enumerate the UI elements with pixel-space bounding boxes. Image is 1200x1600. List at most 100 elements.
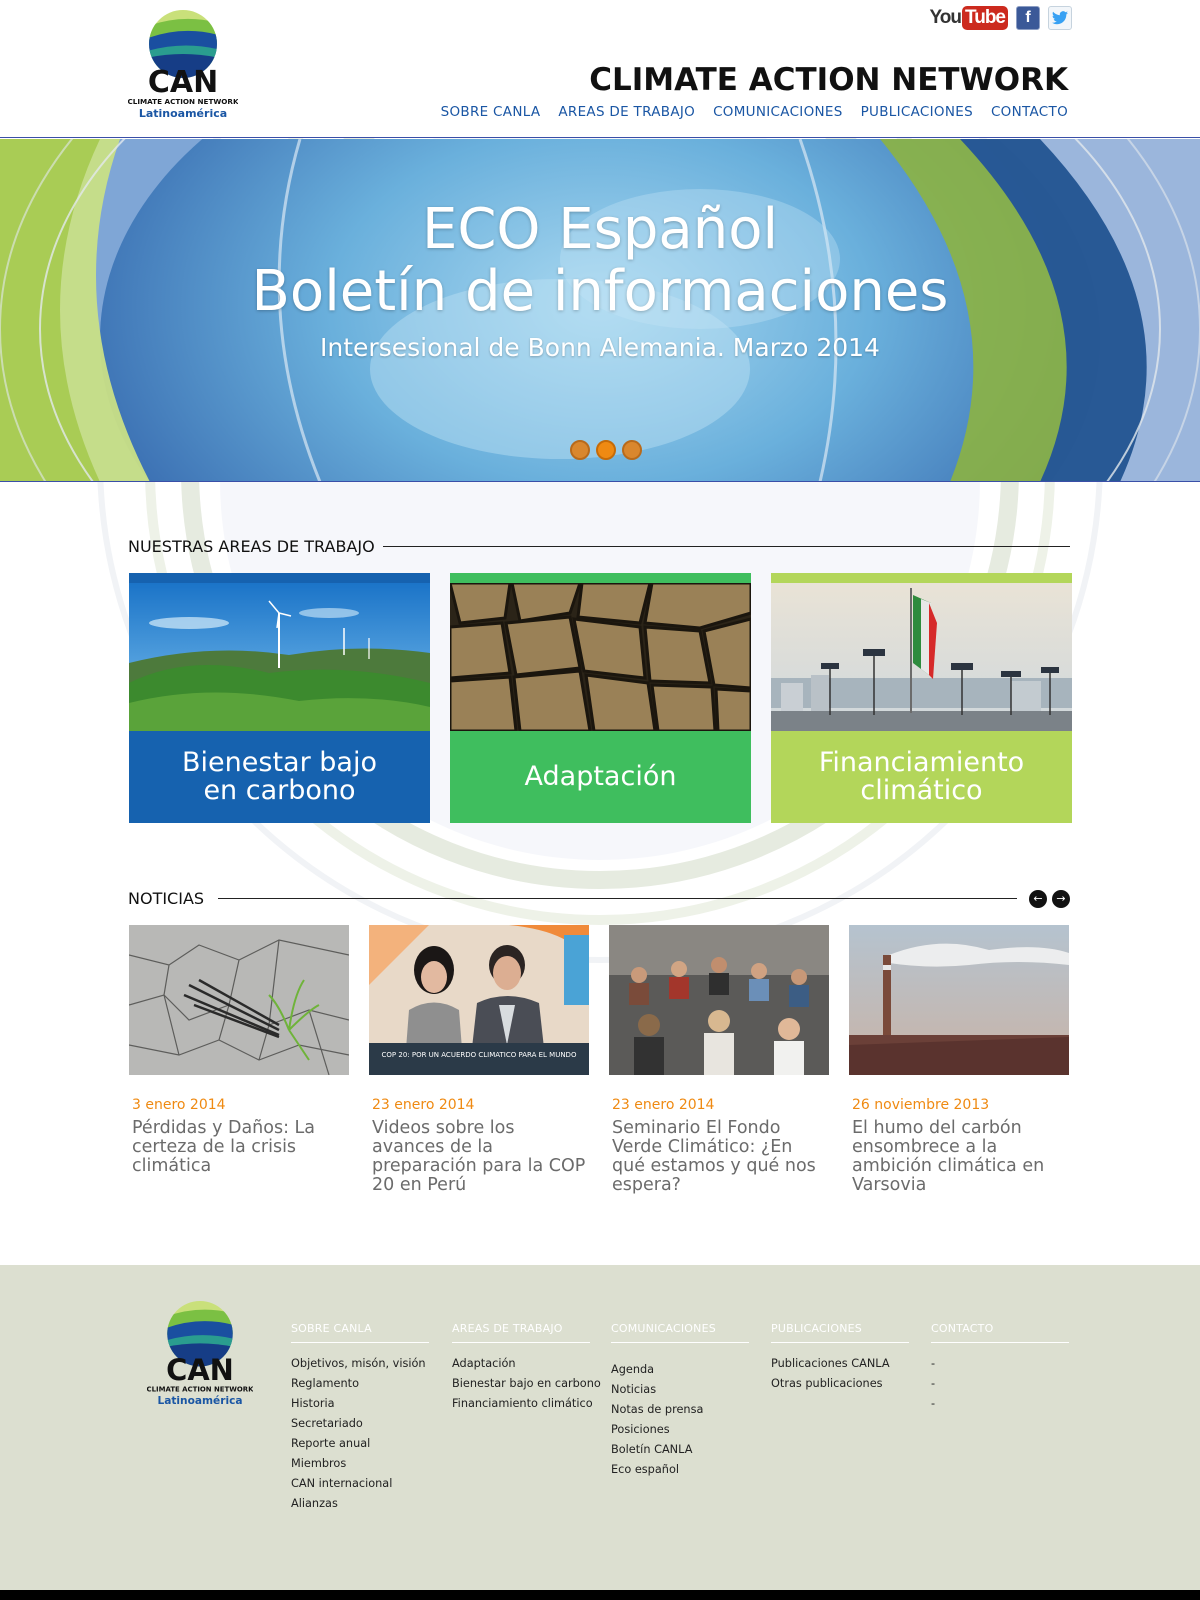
- nav-publicaciones[interactable]: PUBLICACIONES: [861, 104, 973, 120]
- hero-subtitle: Boletín de informaciones: [251, 259, 949, 324]
- news-item[interactable]: 26 noviembre 2013 El humo del carbón ens…: [849, 925, 1069, 1195]
- areas-heading-label: NUESTRAS AREAS DE TRABAJO: [128, 537, 375, 556]
- slider-dot-2[interactable]: [596, 440, 616, 460]
- twitter-icon[interactable]: [1048, 6, 1072, 30]
- footer-logo-initials: CAN: [166, 1353, 234, 1387]
- site-header: CAN CLIMATE ACTION NETWORK Latinoamérica…: [0, 0, 1200, 138]
- nav-contacto[interactable]: CONTACTO: [991, 104, 1068, 120]
- area-card-topbar: [129, 573, 430, 583]
- news-date: 23 enero 2014: [372, 1097, 475, 1113]
- footer-logo-region: Latinoamérica: [157, 1395, 242, 1407]
- youtube-label-you: You: [929, 7, 963, 28]
- footer-link[interactable]: Noticias: [611, 1380, 749, 1400]
- footer-link[interactable]: -: [931, 1354, 1069, 1374]
- news-title[interactable]: Seminario El Fondo Verde Climático: ¿En …: [609, 1119, 829, 1195]
- page: CAN CLIMATE ACTION NETWORK Latinoamérica…: [0, 0, 1200, 1600]
- footer-bottom-bar: [0, 1590, 1200, 1600]
- footer-link[interactable]: Financiamiento climático: [452, 1394, 593, 1414]
- footer-link[interactable]: Agenda: [611, 1360, 749, 1380]
- footer-link[interactable]: Alianzas: [291, 1494, 429, 1514]
- hero-slider[interactable]: ECO Español Boletín de informaciones Int…: [0, 139, 1200, 482]
- youtube-icon[interactable]: You Tube: [930, 6, 1008, 30]
- footer-can-logo[interactable]: CAN CLIMATE ACTION NETWORK Latinoamérica: [147, 1298, 254, 1410]
- solar-streetlights-image: [771, 583, 1072, 731]
- footer-link[interactable]: Bienestar bajo en carbono: [452, 1374, 601, 1394]
- news-heading: NOTICIAS ← →: [128, 889, 1070, 908]
- nav-comunicaciones[interactable]: COMUNICACIONES: [713, 104, 843, 120]
- news-date: 26 noviembre 2013: [852, 1097, 990, 1113]
- footer-link[interactable]: Objetivos, misón, visión: [291, 1354, 429, 1374]
- footer-col-sobre-canla: SOBRE CANLA Objetivos, misón, visión Reg…: [291, 1322, 429, 1514]
- footer-link[interactable]: Secretariado: [291, 1414, 429, 1434]
- news-date: 23 enero 2014: [612, 1097, 715, 1113]
- social-links: You Tube f: [930, 6, 1072, 30]
- logo-region: Latinoamérica: [139, 107, 227, 120]
- logo-tagline: CLIMATE ACTION NETWORK: [128, 97, 238, 106]
- area-card-caption: Financiamiento climático: [771, 731, 1072, 823]
- slider-dot-3[interactable]: [622, 440, 642, 460]
- area-title-line1: Financiamiento: [818, 747, 1025, 778]
- footer-col-heading[interactable]: CONTACTO: [931, 1322, 1069, 1343]
- facebook-icon[interactable]: f: [1016, 6, 1040, 30]
- area-title-line1: Bienestar bajo: [182, 747, 377, 778]
- news-item[interactable]: 3 enero 2014 Pérdidas y Daños: La certez…: [129, 925, 349, 1195]
- news-title[interactable]: Pérdidas y Daños: La certeza de la crisi…: [129, 1119, 349, 1176]
- footer-col-heading[interactable]: SOBRE CANLA: [291, 1322, 429, 1343]
- news-image-seminar: [609, 925, 829, 1075]
- slider-dot-1[interactable]: [570, 440, 590, 460]
- nav-areas-de-trabajo[interactable]: AREAS DE TRABAJO: [558, 104, 695, 120]
- hero-title: ECO Español: [421, 197, 779, 262]
- footer-link[interactable]: Reglamento: [291, 1374, 429, 1394]
- news-item[interactable]: 23 enero 2014 Seminario El Fondo Verde C…: [609, 925, 829, 1195]
- area-card-adaptacion[interactable]: Adaptación: [450, 573, 751, 823]
- cracked-earth-image: [450, 583, 751, 731]
- nav-sobre-canla[interactable]: SOBRE CANLA: [441, 104, 541, 120]
- footer-col-heading[interactable]: PUBLICACIONES: [771, 1322, 909, 1343]
- site-title: CLIMATE ACTION NETWORK: [589, 62, 1068, 98]
- news-title[interactable]: El humo del carbón ensombrece a la ambic…: [849, 1119, 1069, 1195]
- footer-link[interactable]: -: [931, 1374, 1069, 1394]
- footer-col-comunicaciones: COMUNICACIONES Agenda Noticias Notas de …: [611, 1322, 749, 1480]
- area-card-topbar: [450, 573, 751, 583]
- area-title-line1: Adaptación: [524, 761, 677, 792]
- areas-heading: NUESTRAS AREAS DE TRABAJO: [128, 537, 1070, 556]
- footer-link[interactable]: Publicaciones CANLA: [771, 1354, 909, 1374]
- footer-link[interactable]: Reporte anual: [291, 1434, 429, 1454]
- footer-logo-tagline: CLIMATE ACTION NETWORK: [147, 1386, 253, 1394]
- news-date: 3 enero 2014: [132, 1097, 226, 1113]
- arrow-right-icon[interactable]: →: [1052, 889, 1070, 908]
- site-footer: CAN CLIMATE ACTION NETWORK Latinoamérica…: [0, 1265, 1200, 1590]
- wind-turbines-image: [129, 583, 430, 731]
- area-card-caption: Adaptación: [450, 731, 751, 823]
- footer-link[interactable]: Boletín CANLA: [611, 1440, 749, 1460]
- area-card-financiamiento[interactable]: Financiamiento climático: [771, 573, 1072, 823]
- can-logo[interactable]: CAN CLIMATE ACTION NETWORK Latinoamérica: [127, 8, 239, 122]
- footer-link[interactable]: Adaptación: [452, 1354, 590, 1374]
- arrow-left-icon[interactable]: ←: [1029, 889, 1047, 908]
- footer-link[interactable]: Eco español: [611, 1460, 749, 1480]
- footer-link[interactable]: Notas de prensa: [611, 1400, 749, 1420]
- tv-overlay-text: COP 20: POR UN ACUERDO CLIMATICO PARA EL…: [382, 1051, 577, 1059]
- footer-link[interactable]: Miembros: [291, 1454, 429, 1474]
- footer-col-publicaciones: PUBLICACIONES Publicaciones CANLA Otras …: [771, 1322, 909, 1394]
- footer-link[interactable]: Otras publicaciones: [771, 1374, 909, 1394]
- news-heading-rule: [218, 898, 1017, 899]
- footer-col-heading[interactable]: AREAS DE TRABAJO: [452, 1322, 590, 1343]
- news-image-smokestack: [849, 925, 1069, 1075]
- news-image-cracked-soil: [129, 925, 349, 1075]
- logo-initials: CAN: [148, 65, 218, 100]
- areas-grid: Bienestar bajo en carbono Adaptación Fin…: [129, 573, 1072, 823]
- footer-col-areas-de-trabajo: AREAS DE TRABAJO Adaptación Bienestar ba…: [452, 1322, 601, 1414]
- areas-heading-rule: [382, 546, 1070, 547]
- youtube-label-tube: Tube: [962, 6, 1008, 30]
- footer-col-heading[interactable]: COMUNICACIONES: [611, 1322, 749, 1343]
- footer-link[interactable]: CAN internacional: [291, 1474, 429, 1494]
- footer-link[interactable]: Historia: [291, 1394, 429, 1414]
- news-title[interactable]: Videos sobre los avances de la preparaci…: [369, 1119, 589, 1195]
- area-title-line2: climático: [860, 775, 983, 806]
- news-item[interactable]: COP 20: POR UN ACUERDO CLIMATICO PARA EL…: [369, 925, 589, 1195]
- main-nav: SOBRE CANLA AREAS DE TRABAJO COMUNICACIO…: [441, 104, 1068, 120]
- footer-link[interactable]: Posiciones: [611, 1420, 749, 1440]
- footer-link[interactable]: -: [931, 1394, 1069, 1414]
- area-card-bienestar[interactable]: Bienestar bajo en carbono: [129, 573, 430, 823]
